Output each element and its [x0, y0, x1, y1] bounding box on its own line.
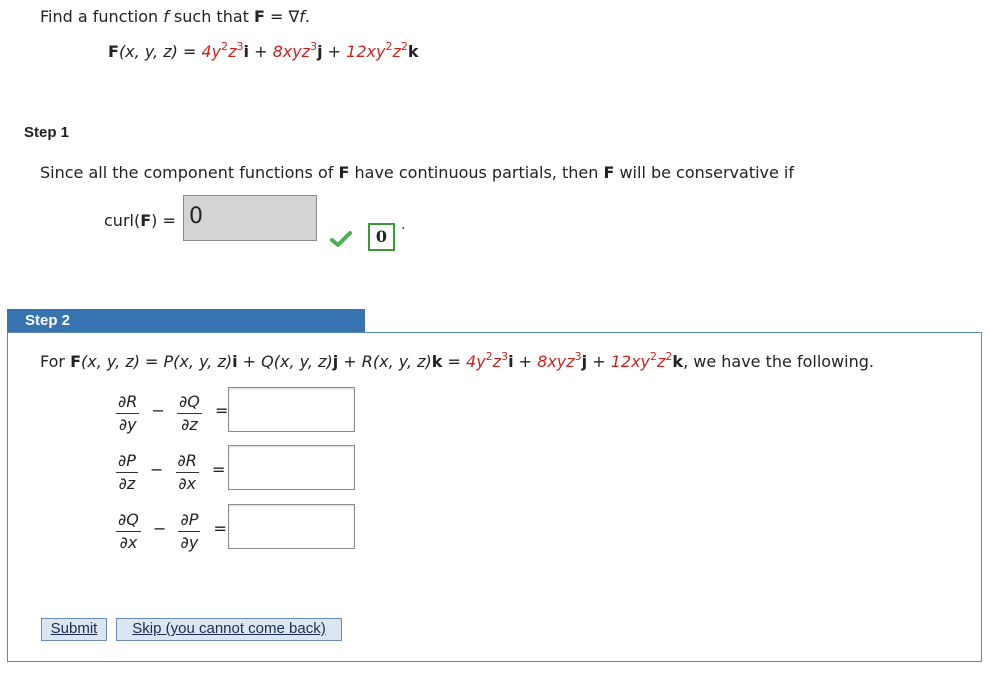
curl-k-component-input[interactable]: [228, 504, 355, 549]
curl-j-component-input[interactable]: [228, 445, 355, 490]
fraction: ∂R ∂y: [116, 392, 140, 434]
fraction: ∂Q ∂z: [176, 392, 202, 434]
fraction: ∂P ∂z: [116, 451, 138, 493]
fraction: ∂P ∂y: [178, 510, 201, 552]
problem-prompt: Find a function f such that F = ∇f.: [40, 7, 310, 26]
component-i: 4y2z3: [201, 40, 244, 61]
step1-label: Step 1: [24, 124, 70, 141]
curl-label: curl(F) =: [104, 211, 176, 230]
step2-header: Step 2: [7, 309, 365, 333]
vector-field-equation: F(x, y, z) = 4y2z3i + 8xyz3j + 12xy2z2k: [108, 40, 419, 61]
partial-row-3: ∂Q ∂x − ∂P ∂y =: [116, 510, 227, 552]
fraction: ∂Q ∂x: [116, 510, 141, 552]
fraction: ∂R ∂x: [175, 451, 199, 493]
check-icon: [330, 231, 352, 247]
step1-period: .: [401, 217, 406, 233]
skip-button[interactable]: Skip (you cannot come back): [116, 618, 342, 641]
step2-panel: [7, 332, 982, 662]
step1-text: Since all the component functions of F h…: [40, 163, 795, 182]
component-j: 8xyz3: [272, 40, 318, 61]
component-k: 12xy2z2: [346, 40, 408, 61]
submit-button[interactable]: Submit: [41, 618, 107, 641]
correct-answer-badge: 0: [368, 223, 395, 251]
step2-statement: For F(x, y, z) = P(x, y, z)i + Q(x, y, z…: [40, 350, 874, 371]
partial-row-1: ∂R ∂y − ∂Q ∂z =: [116, 392, 229, 434]
curl-answer-input[interactable]: 0: [183, 195, 317, 241]
partial-row-2: ∂P ∂z − ∂R ∂x =: [116, 451, 226, 493]
curl-i-component-input[interactable]: [228, 387, 355, 432]
